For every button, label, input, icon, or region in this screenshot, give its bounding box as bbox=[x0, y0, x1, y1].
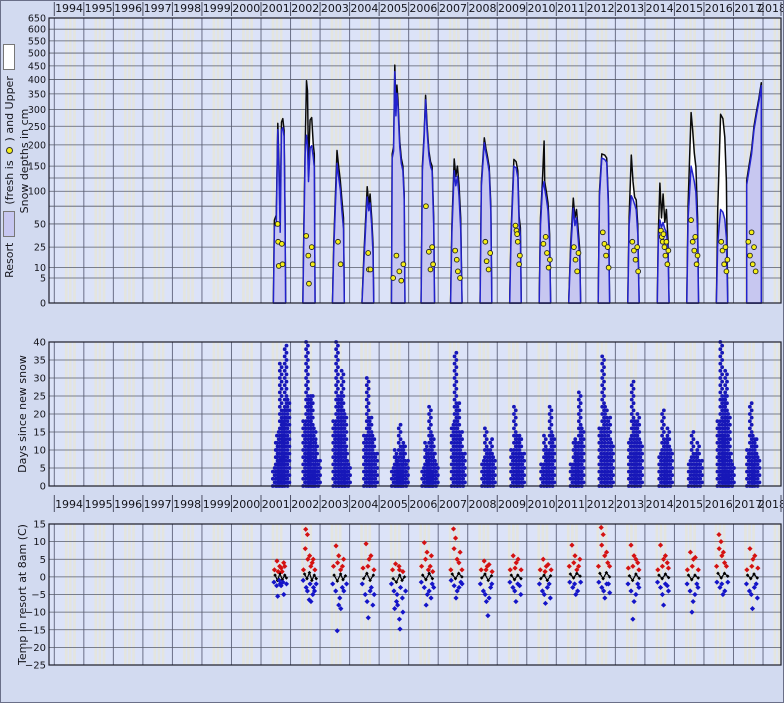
svg-text:25: 25 bbox=[34, 243, 46, 254]
svg-text:0: 0 bbox=[40, 572, 46, 583]
svg-text:2014: 2014 bbox=[646, 498, 674, 511]
svg-text:5: 5 bbox=[40, 464, 46, 475]
svg-text:0: 0 bbox=[40, 299, 46, 310]
svg-text:20: 20 bbox=[33, 410, 46, 421]
svg-text:2002: 2002 bbox=[291, 498, 319, 511]
svg-text:5: 5 bbox=[40, 274, 46, 285]
svg-text:1994: 1994 bbox=[55, 2, 83, 15]
svg-text:0: 0 bbox=[40, 482, 46, 493]
fresh-snow-dot-icon bbox=[6, 147, 13, 154]
svg-text:2003: 2003 bbox=[321, 498, 349, 511]
svg-text:2008: 2008 bbox=[468, 2, 496, 15]
svg-text:2000: 2000 bbox=[232, 498, 260, 511]
svg-text:15: 15 bbox=[33, 520, 46, 531]
svg-text:1999: 1999 bbox=[203, 498, 231, 511]
svg-text:1997: 1997 bbox=[144, 2, 172, 15]
svg-text:2002: 2002 bbox=[291, 2, 319, 15]
svg-text:1998: 1998 bbox=[173, 498, 201, 511]
svg-text:1994: 1994 bbox=[55, 498, 83, 511]
svg-text:2011: 2011 bbox=[557, 2, 585, 15]
svg-text:10: 10 bbox=[34, 263, 46, 274]
svg-text:2009: 2009 bbox=[498, 498, 526, 511]
days-axis-label-text: Days since new snow bbox=[16, 355, 29, 473]
upper-label: ) and Upper bbox=[3, 76, 16, 141]
snow-history-figure: 1994199519961997199819992000200120022003… bbox=[0, 0, 784, 703]
svg-text:50: 50 bbox=[34, 219, 46, 230]
svg-text:−5: −5 bbox=[31, 590, 46, 601]
svg-text:2006: 2006 bbox=[409, 498, 437, 511]
svg-text:2015: 2015 bbox=[675, 498, 703, 511]
svg-text:25: 25 bbox=[33, 392, 46, 403]
fresh-label: (fresh is bbox=[3, 160, 16, 204]
chart-canvas: 1994199519961997199819992000200120022003… bbox=[1, 1, 784, 703]
svg-text:2016: 2016 bbox=[705, 498, 733, 511]
svg-text:2011: 2011 bbox=[557, 498, 585, 511]
temp-axis-label: Temp in resort at 8am (C) bbox=[15, 524, 29, 665]
svg-text:1998: 1998 bbox=[173, 2, 201, 15]
svg-text:2016: 2016 bbox=[705, 2, 733, 15]
svg-text:2012: 2012 bbox=[587, 2, 615, 15]
temp-axis-label-text: Temp in resort at 8am (C) bbox=[16, 524, 29, 665]
svg-text:2005: 2005 bbox=[380, 498, 408, 511]
svg-text:2006: 2006 bbox=[409, 2, 437, 15]
svg-text:2008: 2008 bbox=[468, 498, 496, 511]
svg-text:2012: 2012 bbox=[587, 498, 615, 511]
svg-text:30: 30 bbox=[33, 374, 46, 385]
svg-text:5: 5 bbox=[40, 555, 46, 566]
svg-text:1999: 1999 bbox=[203, 2, 231, 15]
svg-text:2018: 2018 bbox=[758, 2, 784, 15]
depth-axis-sublabel: Snow depths in cm bbox=[17, 18, 31, 304]
svg-text:1997: 1997 bbox=[144, 498, 172, 511]
svg-text:1995: 1995 bbox=[85, 498, 113, 511]
svg-text:2018: 2018 bbox=[758, 498, 784, 511]
svg-text:2014: 2014 bbox=[646, 2, 674, 15]
resort-label: Resort bbox=[3, 243, 16, 278]
svg-text:1995: 1995 bbox=[85, 2, 113, 15]
svg-text:2013: 2013 bbox=[616, 498, 644, 511]
svg-text:2013: 2013 bbox=[616, 2, 644, 15]
resort-color-swatch bbox=[3, 211, 15, 237]
depth-axis-sublabel-text: Snow depths in cm bbox=[18, 109, 31, 214]
svg-text:1996: 1996 bbox=[114, 498, 142, 511]
svg-text:2005: 2005 bbox=[380, 2, 408, 15]
svg-text:10: 10 bbox=[33, 446, 46, 457]
svg-text:2010: 2010 bbox=[528, 2, 556, 15]
svg-text:2009: 2009 bbox=[498, 2, 526, 15]
svg-text:1996: 1996 bbox=[114, 2, 142, 15]
svg-text:2007: 2007 bbox=[439, 498, 467, 511]
svg-text:35: 35 bbox=[33, 356, 46, 367]
svg-text:2004: 2004 bbox=[350, 2, 378, 15]
svg-text:2000: 2000 bbox=[232, 2, 260, 15]
svg-text:40: 40 bbox=[33, 338, 46, 349]
svg-text:2015: 2015 bbox=[675, 2, 703, 15]
upper-color-swatch bbox=[3, 44, 15, 70]
svg-text:2003: 2003 bbox=[321, 2, 349, 15]
svg-text:2004: 2004 bbox=[350, 498, 378, 511]
days-axis-label: Days since new snow bbox=[15, 342, 29, 486]
svg-text:2001: 2001 bbox=[262, 2, 290, 15]
svg-text:2007: 2007 bbox=[439, 2, 467, 15]
svg-text:2010: 2010 bbox=[528, 498, 556, 511]
svg-text:15: 15 bbox=[33, 428, 46, 439]
depth-axis-label: Resort (fresh is ) and Upper bbox=[2, 18, 16, 304]
svg-text:10: 10 bbox=[33, 537, 46, 548]
svg-text:2001: 2001 bbox=[262, 498, 290, 511]
